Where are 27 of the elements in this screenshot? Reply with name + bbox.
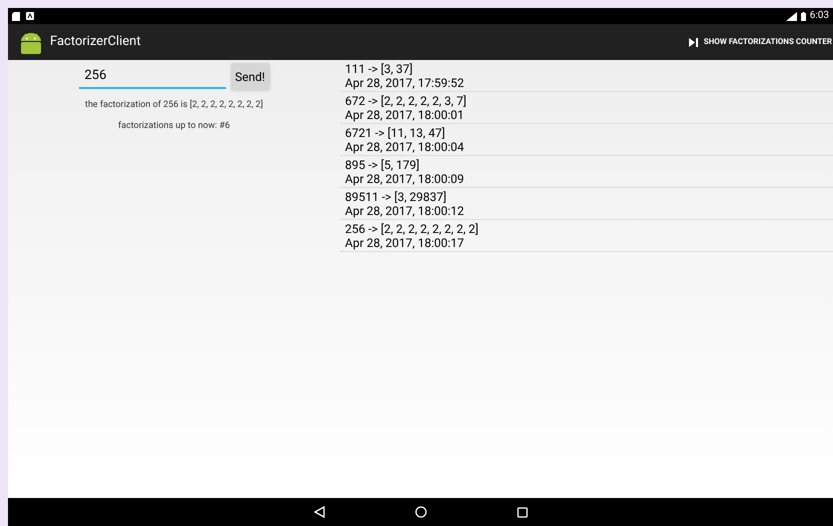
signal-icon <box>786 12 797 20</box>
timestamp: Apr 28, 2017, 18:00:17 <box>345 236 466 250</box>
result-text: the factorization of 256 is [2, 2, 2, 2, 2, 2, 2, 2] <box>85 99 263 112</box>
number-input[interactable]: 256 <box>78 64 226 88</box>
send-button[interactable]: Send! <box>230 63 270 90</box>
timestamp: Apr 28, 2017, 18:00:04 <box>345 140 466 154</box>
factorization-text: 895 -> [5, 179] <box>345 158 420 172</box>
sd-card-icon <box>12 12 20 20</box>
timestamp: Apr 28, 2017, 18:00:01 <box>345 108 466 122</box>
factorization-text: 6721 -> [11, 13, 47] <box>345 126 446 140</box>
notification-icon <box>26 12 34 20</box>
back-icon[interactable] <box>314 506 324 518</box>
factorization-text: 672 -> [2, 2, 2, 2, 2, 3, 7] <box>345 94 468 108</box>
skip-icon <box>688 38 698 46</box>
counter-text: factorizations up to now: #6 <box>118 120 230 132</box>
timestamp: Apr 28, 2017, 17:59:52 <box>345 76 466 90</box>
factorization-text: 89511 -> [3, 29837] <box>345 190 448 204</box>
app-title: FactorizerClient <box>50 33 141 52</box>
recents-icon[interactable] <box>516 506 528 518</box>
battery-icon <box>800 12 806 20</box>
clock: 6:03 <box>810 11 829 21</box>
show-counter-button[interactable]: SHOW FACTORIZATIONS COUNTER <box>688 36 833 48</box>
home-icon[interactable] <box>414 506 426 518</box>
factorization-text: 256 -> [2, 2, 2, 2, 2, 2, 2, 2] <box>345 222 480 236</box>
timestamp: Apr 28, 2017, 18:00:12 <box>345 204 466 218</box>
timestamp: Apr 28, 2017, 18:00:09 <box>345 172 466 186</box>
factorization-text: 111 -> [3, 37] <box>345 62 414 76</box>
